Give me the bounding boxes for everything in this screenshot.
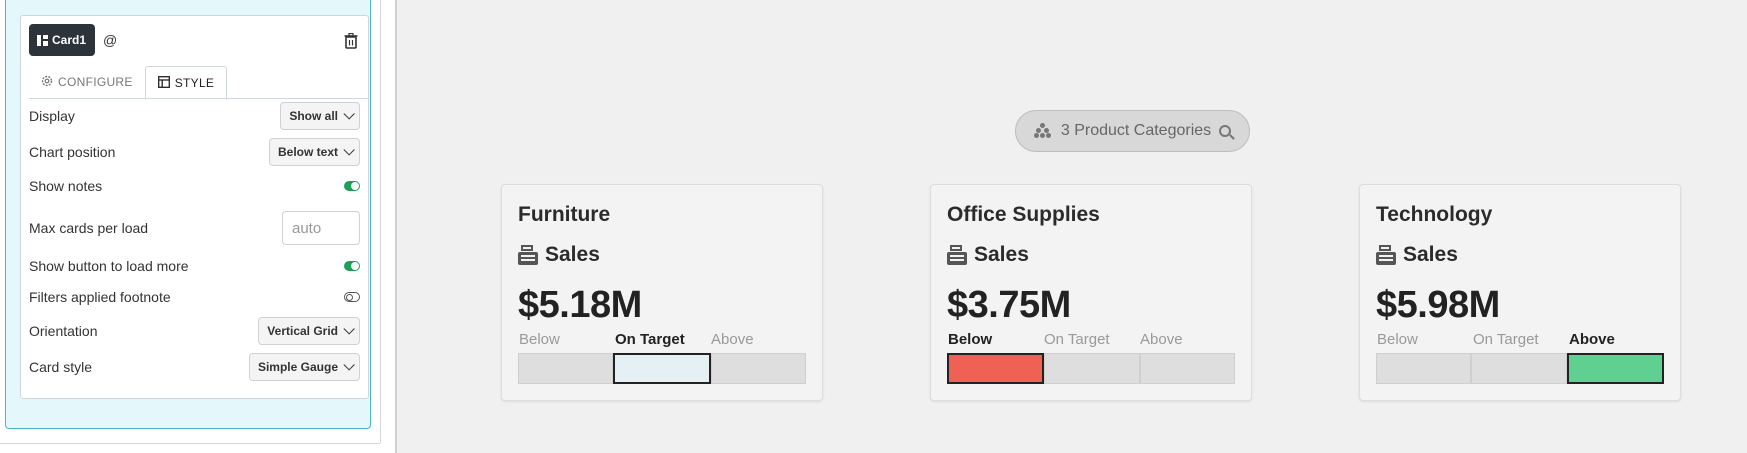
gauge-labels: Below On Target Above — [947, 331, 1235, 348]
orientation-row: Orientation Vertical Grid — [29, 316, 360, 346]
kpi-value: $5.18M — [518, 284, 642, 326]
orientation-dropdown[interactable]: Vertical Grid — [258, 317, 360, 345]
gauge-labels: Below On Target Above — [1376, 331, 1664, 348]
orientation-value: Vertical Grid — [267, 324, 338, 338]
status-gauge — [947, 353, 1235, 384]
cash-register-icon — [947, 245, 967, 265]
gauge-segment-above — [1566, 353, 1664, 384]
filters-footnote-label: Filters applied footnote — [29, 289, 171, 305]
gauge-segment-on-target — [1471, 353, 1567, 384]
gauge-segment-on-target — [613, 353, 711, 384]
gauge-segment-above — [1139, 353, 1235, 384]
trash-icon[interactable] — [344, 33, 358, 49]
tab-configure-label: CONFIGURE — [58, 75, 133, 89]
card-header: Card1 @ — [29, 24, 117, 56]
gauge-label-above: Above — [711, 331, 754, 348]
chart-position-value: Below text — [277, 145, 338, 159]
kpi-metric: Sales — [1376, 243, 1458, 267]
gauge-segment-above — [710, 353, 806, 384]
settings-panel: Card1 @ CONFIGURE STYLE Display Show all… — [0, 0, 397, 453]
search-icon — [1219, 125, 1232, 137]
show-notes-row: Show notes — [29, 176, 360, 196]
gauge-label-above: Above — [1140, 331, 1183, 348]
load-more-toggle[interactable] — [344, 261, 360, 271]
gauge-segment-on-target — [1044, 353, 1140, 384]
chevron-down-icon — [343, 108, 355, 120]
display-label: Display — [29, 108, 75, 124]
chevron-down-icon — [343, 144, 355, 156]
gauge-label-above: Above — [1569, 331, 1615, 348]
card-grid-icon — [37, 34, 48, 46]
cash-register-icon — [518, 245, 538, 265]
gauge-label-below: Below — [519, 331, 560, 348]
card-style-row: Card style Simple Gauge — [29, 352, 360, 382]
card-chip-label: Card1 — [52, 33, 87, 47]
main-divider — [395, 0, 396, 453]
gauge-label-on-target: On Target — [1473, 331, 1539, 348]
tab-divider — [29, 98, 368, 99]
kpi-value: $5.98M — [1376, 284, 1500, 326]
panel-scroll-edge — [380, 0, 381, 443]
kpi-metric-label: Sales — [974, 243, 1029, 266]
status-gauge — [518, 353, 806, 384]
kpi-card-title: Office Supplies — [947, 203, 1100, 226]
category-filter-pill[interactable]: 3 Product Categories — [1015, 110, 1250, 152]
kpi-card-office-supplies[interactable]: Office Supplies Sales $3.75M Below On Ta… — [930, 184, 1252, 401]
kpi-card-title: Furniture — [518, 203, 611, 226]
gear-icon — [41, 75, 53, 90]
chevron-down-icon — [343, 359, 355, 371]
filters-footnote-row: Filters applied footnote — [29, 287, 360, 307]
status-gauge — [1376, 353, 1664, 384]
tab-style-label: STYLE — [174, 76, 215, 90]
max-cards-label: Max cards per load — [29, 220, 149, 236]
chevron-down-icon — [343, 323, 355, 335]
card-style-value: Simple Gauge — [257, 360, 338, 374]
max-cards-input[interactable]: auto — [282, 211, 360, 245]
gauge-label-on-target: On Target — [1044, 331, 1110, 348]
layout-icon — [157, 75, 170, 91]
settings-tabs: CONFIGURE STYLE — [29, 66, 228, 100]
show-notes-label: Show notes — [29, 178, 103, 194]
display-row: Display Show all — [29, 101, 360, 131]
kpi-metric-label: Sales — [545, 243, 600, 266]
gauge-segment-below — [518, 353, 614, 384]
gauge-label-on-target: On Target — [615, 331, 685, 348]
kpi-metric: Sales — [518, 243, 600, 267]
gauge-segment-below — [1376, 353, 1472, 384]
kpi-metric-label: Sales — [1403, 243, 1458, 266]
kpi-metric: Sales — [947, 243, 1029, 267]
categories-icon — [1033, 123, 1052, 139]
load-more-row: Show button to load more — [29, 256, 360, 276]
kpi-card-furniture[interactable]: Furniture Sales $5.18M Below On Target A… — [501, 184, 823, 401]
card-settings-block: Card1 @ CONFIGURE STYLE Display Show all… — [20, 15, 369, 399]
gauge-label-below: Below — [1377, 331, 1418, 348]
chart-position-dropdown[interactable]: Below text — [268, 138, 360, 166]
kpi-value: $3.75M — [947, 284, 1071, 326]
orientation-label: Orientation — [29, 323, 98, 339]
filters-footnote-toggle[interactable] — [344, 292, 360, 302]
kpi-card-title: Technology — [1376, 203, 1493, 226]
display-value: Show all — [289, 109, 338, 123]
cash-register-icon — [1376, 245, 1396, 265]
load-more-label: Show button to load more — [29, 258, 189, 274]
at-sign-icon[interactable]: @ — [103, 32, 117, 48]
max-cards-placeholder: auto — [292, 219, 322, 237]
category-filter-label: 3 Product Categories — [1060, 122, 1212, 139]
card-style-dropdown[interactable]: Simple Gauge — [248, 353, 360, 381]
kpi-card-technology[interactable]: Technology Sales $5.98M Below On Target … — [1359, 184, 1681, 401]
gauge-label-below: Below — [948, 331, 993, 348]
card-style-label: Card style — [29, 359, 93, 375]
gauge-segment-below — [947, 353, 1045, 384]
chart-position-row: Chart position Below text — [29, 137, 360, 167]
panel-bottom-divider — [0, 443, 380, 444]
card-chip[interactable]: Card1 — [29, 24, 96, 56]
show-notes-toggle[interactable] — [344, 181, 360, 191]
tab-configure[interactable]: CONFIGURE — [29, 66, 145, 98]
gauge-labels: Below On Target Above — [518, 331, 806, 348]
selected-card-frame: Card1 @ CONFIGURE STYLE Display Show all… — [5, 0, 371, 429]
display-dropdown[interactable]: Show all — [280, 102, 360, 130]
max-cards-row: Max cards per load auto — [29, 209, 360, 247]
tab-style[interactable]: STYLE — [144, 66, 228, 100]
chart-position-label: Chart position — [29, 144, 116, 160]
